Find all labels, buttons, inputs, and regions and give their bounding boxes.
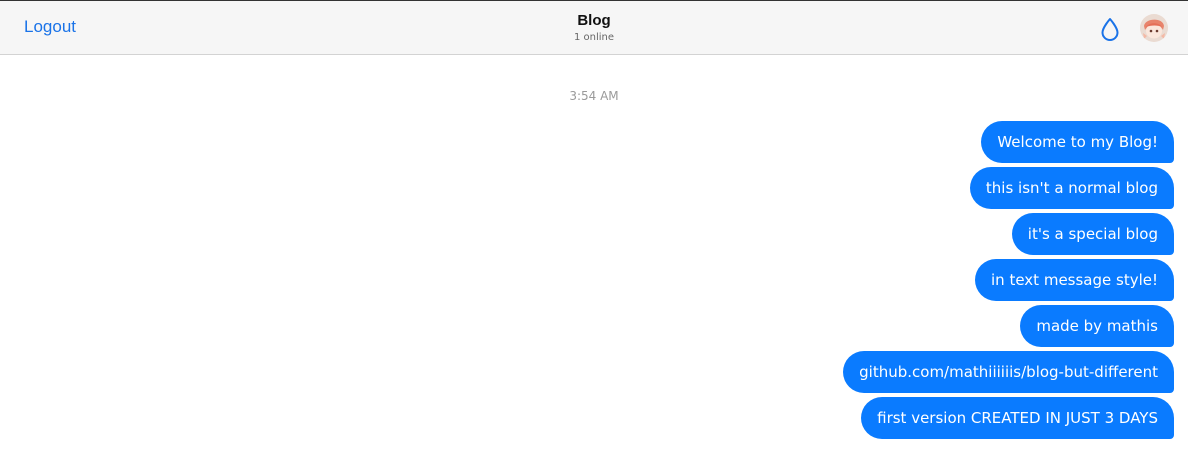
- message-bubble: Welcome to my Blog!: [981, 121, 1174, 163]
- message-bubble: it's a special blog: [1011, 213, 1174, 255]
- chat-title-group: Blog 1 online: [0, 12, 1188, 43]
- avatar[interactable]: [1140, 14, 1168, 42]
- message-bubble: github.com/mathiiiiiis/blog-but-differen…: [843, 351, 1174, 393]
- chat-title: Blog: [577, 12, 611, 29]
- message-bubble: first version CREATED IN JUST 3 DAYS: [861, 397, 1174, 439]
- drop-icon[interactable]: [1099, 17, 1121, 41]
- avatar-image: [1140, 14, 1168, 42]
- message-bubble: this isn't a normal blog: [969, 167, 1174, 209]
- message-bubble: in text message style!: [975, 259, 1174, 301]
- message-bubble: made by mathis: [1020, 305, 1174, 347]
- message-timestamp: 3:54 AM: [569, 89, 619, 103]
- message-list: Welcome to my Blog! this isn't a normal …: [843, 121, 1174, 439]
- online-status: 1 online: [573, 32, 615, 43]
- chat-header: Logout Blog 1 online: [0, 0, 1188, 55]
